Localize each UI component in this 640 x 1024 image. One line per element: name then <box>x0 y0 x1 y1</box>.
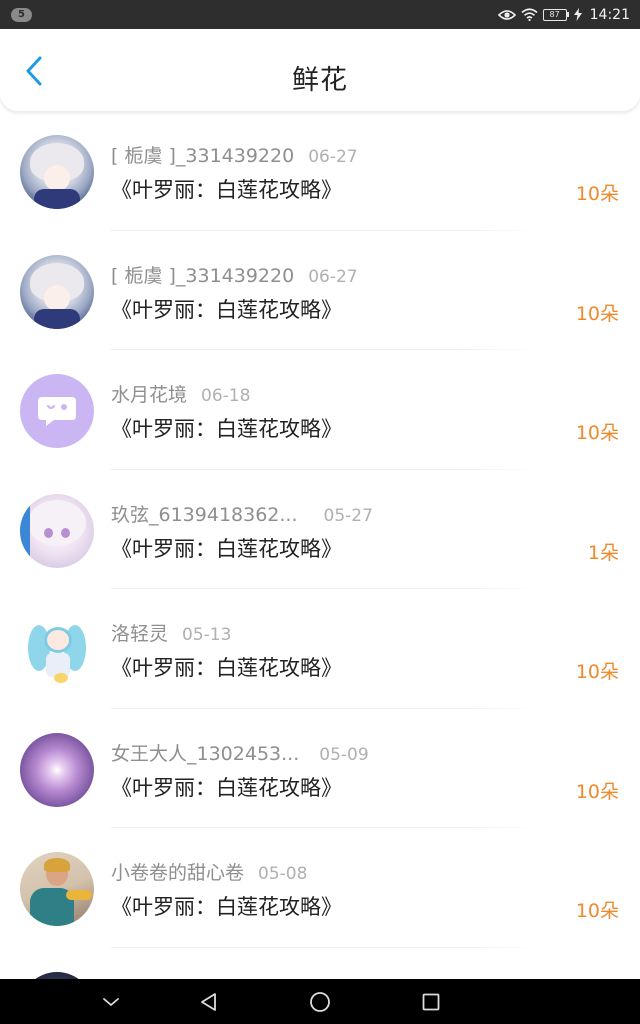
page-title: 鲜花 <box>292 65 348 96</box>
flower-count: 10朵 <box>575 900 619 922</box>
username: 玖弦_6139418362... <box>111 503 298 526</box>
status-bar: 5 87 14:21 <box>0 0 640 29</box>
avatar[interactable] <box>20 135 94 209</box>
sender-info: 洛轻灵 05-13 <box>111 619 231 646</box>
recents-square-icon[interactable] <box>416 987 446 1017</box>
app-header: 鲜花 <box>0 29 640 111</box>
battery-level: 87 <box>542 8 567 21</box>
username: [ 栀虞 ]_331439220 <box>111 264 295 287</box>
sender-info: [ 栀虞 ]_331439220 06-27 <box>111 141 358 168</box>
chevron-down-icon[interactable] <box>96 987 126 1017</box>
flower-count: 10朵 <box>575 302 619 325</box>
status-icons: 87 14:21 <box>497 0 630 29</box>
list-item[interactable]: 女王大人_1302453... 05-09 《叶罗丽：白莲花攻略》 10朵 <box>0 709 640 829</box>
list-item[interactable]: 玖弦_6139418362... 05-27 《叶罗丽：白莲花攻略》 1朵 <box>0 470 640 590</box>
flower-count: 10朵 <box>575 661 619 683</box>
avatar[interactable] <box>20 971 94 979</box>
gift-date: 05-13 <box>182 625 232 645</box>
avatar[interactable] <box>20 493 94 568</box>
avatar[interactable] <box>20 852 94 926</box>
avatar[interactable] <box>20 613 94 687</box>
gift-date: 05-27 <box>323 505 373 526</box>
clock: 14:21 <box>589 6 630 23</box>
battery-icon: 87 <box>542 8 569 21</box>
list-item[interactable]: [ 栀虞 ]_331439220 06-27 《叶罗丽：白莲花攻略》 10朵 <box>0 111 640 231</box>
charging-icon <box>573 8 582 21</box>
flower-count: 10朵 <box>575 183 619 205</box>
username: 小卷卷的甜心卷 <box>111 862 245 884</box>
gift-date: 06-27 <box>308 266 358 287</box>
flower-count: 1朵 <box>587 541 619 564</box>
gift-date: 05-08 <box>258 864 308 884</box>
list-item[interactable]: 小卷卷的甜心卷 05-08 《叶罗丽：白莲花攻略》 10朵 <box>0 828 640 948</box>
book-title: 《叶罗丽：白莲花攻略》 <box>111 297 342 322</box>
wifi-icon <box>521 8 538 21</box>
notification-count-badge: 5 <box>11 8 32 22</box>
home-circle-icon[interactable] <box>305 987 335 1017</box>
book-title: 《叶罗丽：白莲花攻略》 <box>111 775 342 800</box>
gift-date: 05-09 <box>319 744 369 765</box>
sender-info: 小卷卷的甜心卷 05-08 <box>111 858 307 885</box>
list-item[interactable]: 洛轻灵 05-13 《叶罗丽：白莲花攻略》 10朵 <box>0 589 640 709</box>
list-item[interactable]: [ 栀虞 ]_331439220 06-27 《叶罗丽：白莲花攻略》 10朵 <box>0 231 640 351</box>
gift-date: 06-18 <box>201 386 251 406</box>
book-title: 《叶罗丽：白莲花攻略》 <box>111 417 342 441</box>
chat-bubble-icon <box>38 397 76 426</box>
avatar[interactable] <box>20 732 94 807</box>
username: 水月花境 <box>111 384 188 406</box>
flower-count: 10朵 <box>575 422 619 444</box>
book-title: 《叶罗丽：白莲花攻略》 <box>111 178 342 202</box>
flower-count: 10朵 <box>575 780 619 803</box>
sender-info: 水月花境 06-18 <box>111 380 250 407</box>
avatar[interactable] <box>20 374 94 448</box>
flower-gift-list[interactable]: [ 栀虞 ]_331439220 06-27 《叶罗丽：白莲花攻略》 10朵 [ … <box>0 111 640 979</box>
back-triangle-icon[interactable] <box>193 987 223 1017</box>
list-item[interactable]: 水月花境 06-18 《叶罗丽：白莲花攻略》 10朵 <box>0 350 640 470</box>
username: 洛轻灵 <box>111 623 169 645</box>
sender-info: 女王大人_1302453... 05-09 <box>111 739 369 766</box>
eye-comfort-icon <box>497 9 516 21</box>
book-title: 《叶罗丽：白莲花攻略》 <box>111 536 342 561</box>
system-navigation-bar <box>0 979 640 1024</box>
sender-info: [ 栀虞 ]_331439220 06-27 <box>111 261 358 288</box>
list-item[interactable] <box>0 948 640 979</box>
username: 女王大人_1302453... <box>111 742 300 765</box>
book-title: 《叶罗丽：白莲花攻略》 <box>111 656 342 680</box>
avatar[interactable] <box>20 254 94 329</box>
username: [ 栀虞 ]_331439220 <box>111 145 295 167</box>
gift-date: 06-27 <box>308 147 358 167</box>
book-title: 《叶罗丽：白莲花攻略》 <box>111 895 342 919</box>
sender-info: 玖弦_6139418362... 05-27 <box>111 500 373 527</box>
